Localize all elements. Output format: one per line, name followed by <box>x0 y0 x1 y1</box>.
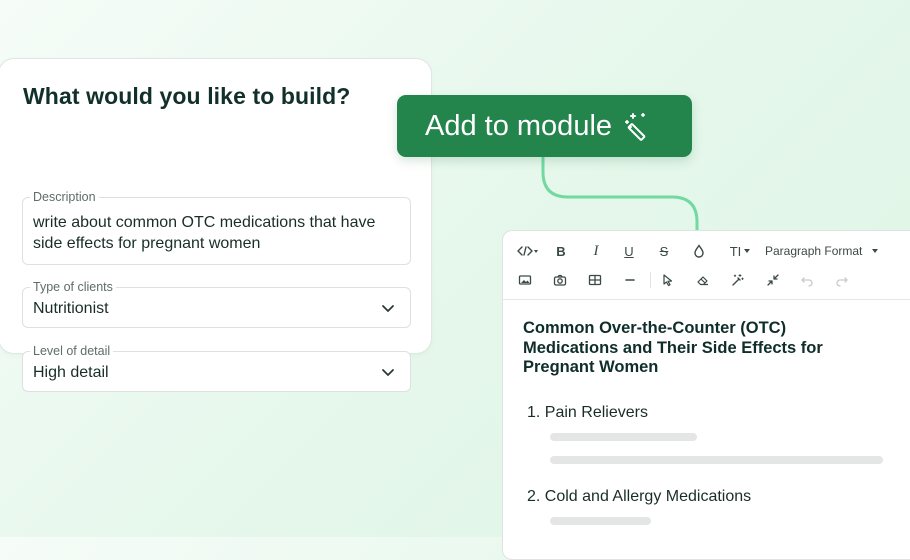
text-size-icon[interactable]: TI <box>727 241 753 261</box>
magic-wand-icon[interactable] <box>729 270 745 290</box>
cursor-icon[interactable] <box>660 270 676 290</box>
collapse-icon[interactable] <box>765 270 781 290</box>
redo-icon[interactable] <box>834 270 850 290</box>
color-drop-icon[interactable] <box>691 241 707 261</box>
list-item: 1. Pain Relievers <box>527 404 648 422</box>
detail-level-value: High detail <box>33 364 109 381</box>
list-item-number: 1. <box>527 404 541 421</box>
client-type-value: Nutritionist <box>33 300 109 317</box>
placeholder-line <box>550 433 697 441</box>
horizontal-rule-icon[interactable] <box>622 270 638 290</box>
list-item-number: 2. <box>527 488 541 505</box>
editor-panel: B I U S TI Paragraph Format Common Over-… <box>502 230 910 560</box>
paragraph-format-dropdown[interactable]: Paragraph Format <box>765 241 887 261</box>
camera-icon[interactable] <box>552 270 568 290</box>
strikethrough-icon[interactable]: S <box>656 241 672 261</box>
underline-icon[interactable]: U <box>621 241 637 261</box>
bold-icon[interactable]: B <box>553 241 569 261</box>
add-to-module-button[interactable]: Add to module <box>397 95 692 157</box>
build-form-card: What would you like to build? Descriptio… <box>0 58 432 392</box>
placeholder-line <box>550 456 883 464</box>
detail-level-label: Level of detail <box>30 343 114 359</box>
italic-icon[interactable]: I <box>588 241 604 261</box>
description-field[interactable]: Description write about common OTC medic… <box>22 189 411 265</box>
list-item-text: Pain Relievers <box>544 404 648 421</box>
description-label: Description <box>30 189 99 205</box>
list-item-text: Cold and Allergy Medications <box>544 488 752 505</box>
caret-down-icon <box>872 249 879 253</box>
editor-toolbar: B I U S TI Paragraph Format <box>503 231 910 300</box>
placeholder-line <box>550 517 651 525</box>
paragraph-format-label: Paragraph Format <box>765 244 863 258</box>
chevron-down-icon[interactable] <box>380 364 396 380</box>
document-title: Common Over-the-Counter (OTC) Medication… <box>523 319 823 376</box>
table-icon[interactable] <box>587 270 603 290</box>
description-value[interactable]: write about common OTC medications that … <box>33 212 403 254</box>
undo-icon[interactable] <box>799 270 815 290</box>
add-to-module-label: Add to module <box>425 109 613 142</box>
toolbar-divider <box>650 272 651 288</box>
magic-wand-icon <box>625 113 646 141</box>
detail-level-select[interactable]: Level of detail High detail <box>22 343 411 392</box>
client-type-select[interactable]: Type of clients Nutritionist <box>22 279 411 328</box>
image-icon[interactable] <box>517 270 533 290</box>
client-type-label: Type of clients <box>30 279 116 295</box>
form-title: What would you like to build? <box>23 83 351 109</box>
code-view-icon[interactable] <box>515 241 541 261</box>
list-item: 2. Cold and Allergy Medications <box>527 488 751 506</box>
text-size-label: TI <box>729 243 742 259</box>
chevron-down-icon[interactable] <box>380 300 396 316</box>
eraser-icon[interactable] <box>695 270 711 290</box>
